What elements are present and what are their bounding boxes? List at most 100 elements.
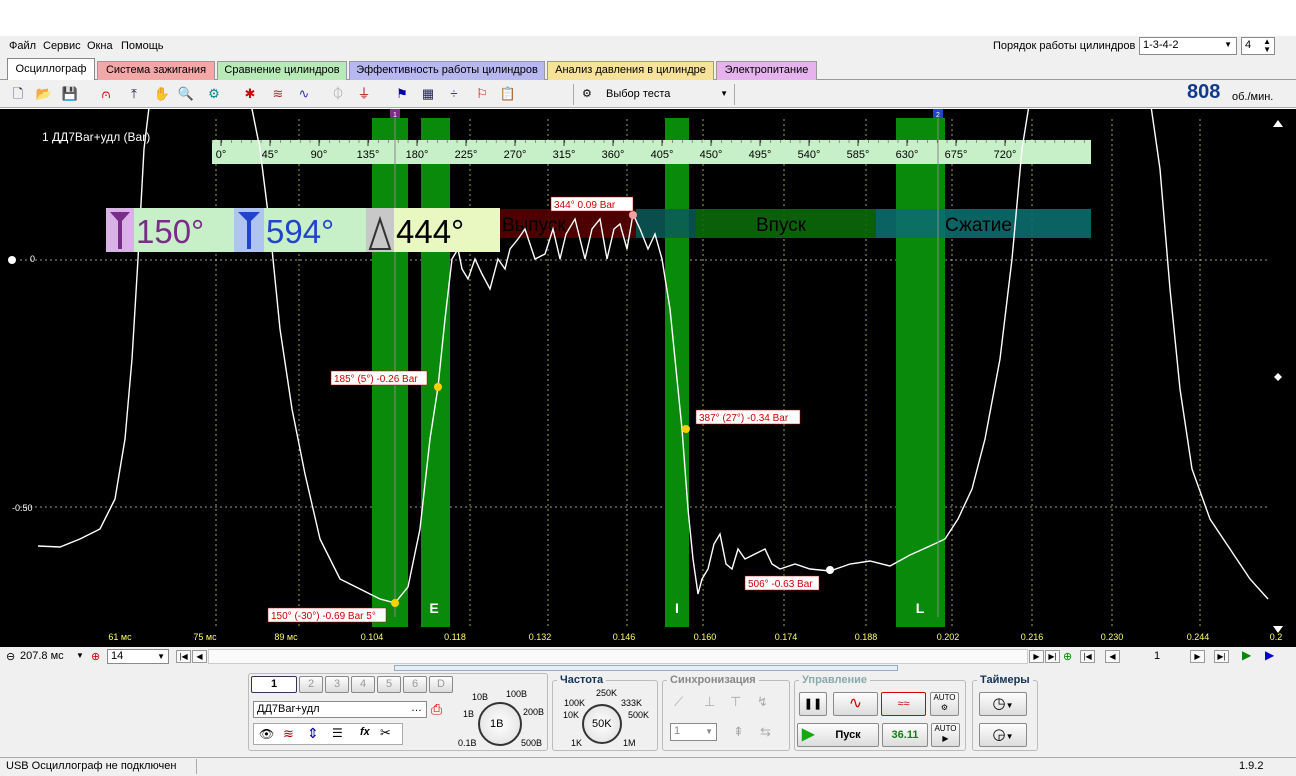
pulse-up-icon[interactable]: ⊥ (704, 694, 715, 710)
channel-tab-D[interactable]: D (429, 676, 453, 693)
time-tick-label: 0.146 (613, 632, 636, 642)
zoom-in-icon[interactable]: ⊕ (91, 650, 100, 663)
menu-file[interactable]: Файл (9, 40, 36, 52)
frequency-title: Частота (557, 674, 607, 686)
rising-edge-icon[interactable]: ⟋ (674, 694, 683, 710)
sync-channel-value: 1 (674, 725, 681, 737)
hand-icon[interactable]: ✋ (152, 84, 172, 104)
play-forward-icon[interactable]: ▶ (1265, 648, 1274, 662)
vertical-move-icon[interactable]: ⇕ (307, 725, 319, 742)
lines-icon[interactable]: ☰ (332, 726, 343, 740)
zero-icon[interactable]: ⏚ (354, 84, 374, 104)
degree-tick-label: 180° (406, 149, 429, 161)
zoom-out-icon[interactable]: ⊖ (6, 650, 15, 663)
cylinder-count-stepper[interactable]: 4 ▲ ▼ (1241, 37, 1275, 55)
menu-service[interactable]: Сервис (43, 40, 81, 52)
channel-tab-1[interactable]: 1 (251, 676, 297, 693)
frequency-label: 500K (628, 710, 650, 720)
degree-tick-label: 135° (357, 149, 380, 161)
tab-pressure-analysis[interactable]: Анализ давления в цилиндре (547, 61, 714, 80)
chevron-down-icon[interactable]: ▼ (76, 651, 84, 660)
split-icon[interactable]: ÷ (444, 84, 464, 104)
sensor-select[interactable]: ДД7Bar+удл … (253, 701, 427, 718)
flag-icon[interactable]: ⚐ (472, 84, 492, 104)
trigger-level-icon[interactable] (1274, 373, 1282, 381)
sync-channel-select[interactable]: 1 ▼ (670, 723, 717, 741)
timer1-button[interactable]: ◷▼ (979, 692, 1027, 716)
scroll-end-button[interactable]: ▶| (1045, 650, 1060, 663)
annotation-point[interactable] (391, 599, 399, 607)
page-first-button[interactable]: |◀ (1080, 650, 1095, 663)
tab-power-supply[interactable]: Электропитание (716, 61, 817, 80)
page-last-button[interactable]: ▶| (1214, 650, 1229, 663)
channel-tab-4[interactable]: 4 (351, 676, 375, 693)
notes-icon[interactable]: 📋 (498, 84, 518, 104)
timer2-button[interactable]: ◶▼ (979, 723, 1027, 747)
add-page-icon[interactable]: ⊕ (1063, 650, 1072, 663)
channel-tab-2[interactable]: 2 (299, 676, 323, 693)
stopwatch-icon: ◷ (992, 695, 1006, 712)
auto-button[interactable]: AUTO ⚙ (930, 692, 959, 716)
annotation-point[interactable] (826, 566, 834, 574)
oscilloscope-plot[interactable]: 0° 45° 90° 135° 180° 225° 270° 315° 360° 405° 450°… (0, 109, 1296, 647)
annotation-point[interactable] (434, 383, 442, 391)
waveform-icon[interactable]: ≋ (283, 726, 294, 742)
channel-tab-6[interactable]: 6 (403, 676, 427, 693)
combine-icon[interactable]: ✱ (240, 84, 260, 104)
page-next-button[interactable]: ▶ (1190, 650, 1205, 663)
channel-tab-3[interactable]: 3 (325, 676, 349, 693)
tab-cylinder-compare[interactable]: Сравнение цилиндров (217, 61, 347, 80)
degree-tick-label: 270° (504, 149, 527, 161)
pulse-down-icon[interactable]: ⊤ (730, 694, 741, 710)
scroll-start-button[interactable]: |◀ (176, 650, 191, 663)
measure-icon[interactable]: ⤒ (124, 84, 144, 104)
zoom-level-select[interactable]: 14 ▼ (107, 649, 169, 664)
tab-oscilloscope[interactable]: Осциллограф (7, 58, 95, 81)
cursor-mode-icon[interactable]: ⩀ (96, 84, 116, 104)
table-icon[interactable]: ▦ (418, 84, 438, 104)
save-icon[interactable]: 💾 (60, 84, 80, 104)
play-icon[interactable]: ▶ (1242, 648, 1251, 662)
open-folder-icon[interactable]: 📂 (34, 84, 54, 104)
channel-tab-5[interactable]: 5 (377, 676, 401, 693)
panel-splitter[interactable] (394, 665, 898, 671)
menu-windows[interactable]: Окна (87, 40, 113, 52)
tab-ignition[interactable]: Система зажигания (97, 61, 215, 80)
filter-icon[interactable]: ⚙ (204, 84, 224, 104)
volt-knob-value: 1В (490, 718, 504, 730)
sync-level-icon[interactable]: ⇞ (733, 724, 744, 740)
scroll-left-button[interactable]: ◀ (192, 650, 207, 663)
rpm-unit: об./мин. (1232, 91, 1274, 103)
waves-icon[interactable]: ≋ (268, 84, 288, 104)
zero-level-handle[interactable] (8, 256, 16, 264)
chevron-down-icon: ▼ (720, 89, 728, 98)
timebase-value[interactable]: 207.8 мс (20, 650, 64, 662)
firing-order-select[interactable]: 1-3-4-2 ▼ (1139, 37, 1237, 55)
noise-button[interactable]: ≈≈ (881, 692, 926, 716)
annotation-point[interactable] (682, 425, 690, 433)
sync-shift-icon[interactable]: ⇆ (760, 724, 771, 740)
zoom-icon[interactable]: 🔍 (176, 84, 196, 104)
new-file-icon[interactable]: 🗋 (8, 84, 28, 104)
sensor-settings-icon[interactable]: ⎙ (431, 701, 442, 718)
annotation-point[interactable] (629, 211, 637, 219)
sync-auto-icon[interactable]: ↯ (757, 694, 768, 710)
eye-icon[interactable]: 👁 (259, 727, 274, 741)
menu-help[interactable]: Помощь (121, 40, 164, 52)
tab-cylinder-efficiency[interactable]: Эффективность работы цилиндров (349, 61, 545, 80)
settings-icon[interactable]: ⚑ (392, 84, 412, 104)
auto-trigger-icon[interactable]: ⏀ (328, 84, 348, 104)
page-prev-button[interactable]: ◀ (1105, 650, 1120, 663)
degree-tick-label: 675° (945, 149, 968, 161)
tools-icon[interactable]: ✂ (380, 725, 391, 741)
sine-button[interactable]: ∿ (833, 692, 878, 716)
test-select-dropdown[interactable]: ⚙ Выбор теста ▼ (573, 84, 735, 105)
pause-button[interactable]: ❚❚ (799, 692, 827, 716)
function-icon[interactable]: fx (360, 726, 370, 738)
scroll-up-icon[interactable] (1273, 120, 1283, 127)
scroll-track[interactable] (208, 649, 1028, 664)
scroll-right-button[interactable]: ▶ (1029, 650, 1044, 663)
spectrum-icon[interactable]: ∿ (294, 84, 314, 104)
start-button[interactable]: ▶ Пуск (797, 723, 879, 747)
auto-start-button[interactable]: AUTO ▶ (931, 723, 960, 747)
